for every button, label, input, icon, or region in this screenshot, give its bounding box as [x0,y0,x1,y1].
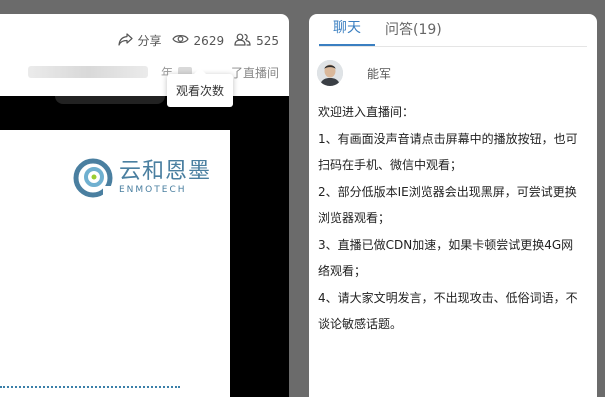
view-count: 2629 [193,33,225,48]
avatar[interactable] [317,60,343,86]
video-shadow [55,96,165,104]
chat-message-body: 欢迎进入直播间： 1、有画面没声音请点击屏幕中的播放按钮，也可扫码在手机、微信中… [318,99,585,338]
message-line: 3、直播已做CDN加速，如果卡顿尝试更换4G网络观看； [318,237,574,279]
slide-divider [0,386,180,388]
tab-qa[interactable]: 问答(19) [375,19,452,46]
logo-mark-icon [73,158,113,198]
participant-count: 525 [256,33,279,48]
users-icon [234,33,256,49]
chat-tabs: 聊天 问答(19) [319,14,587,47]
stream-subline: 年了直播间 [28,64,279,80]
logo-text: 云和恩墨 ENMOTECH [119,160,211,196]
message-line: 1、有画面没声音请点击屏幕中的播放按钮，也可扫码在手机、微信中观看； [318,131,578,173]
tab-chat[interactable]: 聊天 [319,17,375,46]
video-player[interactable]: 云和恩墨 ENMOTECH [0,96,289,397]
view-count-tooltip: 观看次数 [167,68,233,107]
view-count-stat[interactable]: 2629 [171,33,225,48]
eye-icon [171,33,194,48]
presentation-slide: 云和恩墨 ENMOTECH [0,130,230,397]
participant-count-stat[interactable]: 525 [234,33,279,49]
message-line: 欢迎进入直播间： [318,105,415,119]
author-name: 能军 [367,66,392,81]
message-author: 能军 [317,60,391,86]
video-panel: 分享 2629 525 年了直播间 云和恩墨 ENMOTECH 观看次数 [0,14,289,397]
message-line: 2、部分低版本IE浏览器会出现黑屏，可尝试更换浏览器观看； [318,184,577,226]
enmotech-logo: 云和恩墨 ENMOTECH [73,158,211,198]
logo-english-text: ENMOTECH [119,185,187,195]
live-room-label: 了直播间 [230,66,279,80]
chat-panel: 聊天 问答(19) 能军 欢迎进入直播间： 1、有画面没声音请点击屏幕中的播放按… [309,14,597,397]
share-icon [117,32,138,49]
logo-chinese-text: 云和恩墨 [119,159,212,184]
message-line: 4、请大家文明发言，不出现攻击、低俗词语，不谈论敏感话题。 [318,290,578,332]
stats-bar: 分享 2629 525 [108,32,279,49]
share-label: 分享 [137,34,162,48]
blurred-text [28,66,148,78]
share-button[interactable]: 分享 [117,32,162,49]
